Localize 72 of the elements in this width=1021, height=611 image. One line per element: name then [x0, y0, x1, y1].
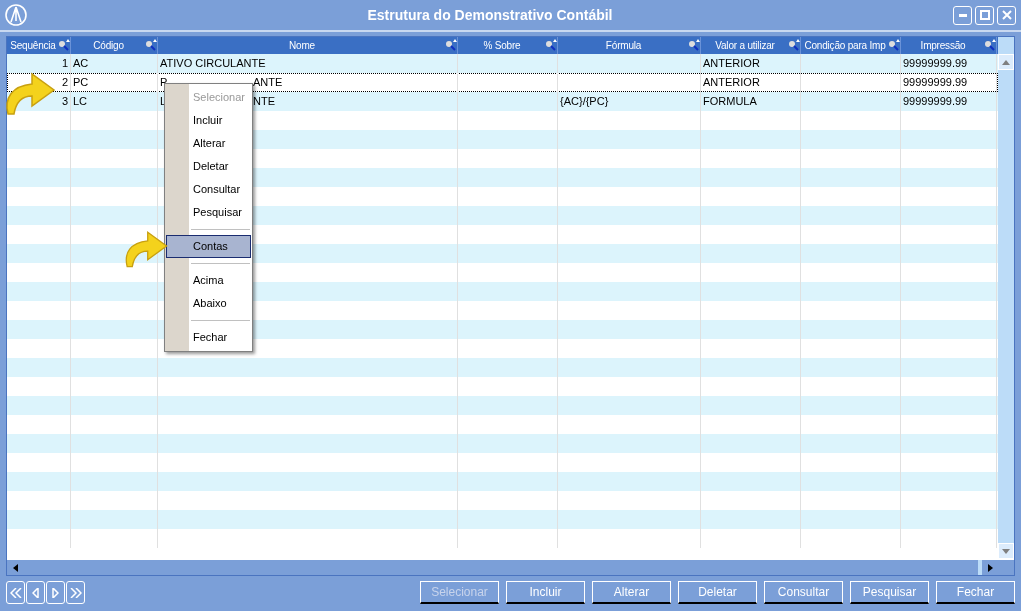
column-header[interactable]: Código: [93, 38, 124, 53]
action-button[interactable]: Deletar: [678, 581, 757, 604]
column-header[interactable]: Sequência: [10, 38, 56, 53]
table-cell-text: PC: [73, 75, 89, 91]
last-record-button[interactable]: [66, 581, 85, 604]
action-button[interactable]: Fechar: [936, 581, 1015, 604]
table-cell-text: ANTERIOR: [703, 75, 760, 91]
table-cell-text: 1: [61, 56, 68, 72]
table-cell-text: LC: [73, 94, 88, 110]
menu-item[interactable]: Deletar: [166, 155, 251, 178]
column-header[interactable]: Condição para Imp: [804, 38, 886, 53]
scroll-up-icon: [1002, 59, 1010, 65]
search-icon[interactable]: [788, 39, 800, 51]
minimize-icon: [958, 13, 967, 17]
menu-item[interactable]: Alterar: [166, 132, 251, 155]
first-record-button[interactable]: [6, 581, 25, 604]
table-cell-text: {AC}/{PC}: [560, 94, 609, 110]
horizontal-scrollbar[interactable]: [7, 559, 1014, 575]
scroll-right-icon: [987, 563, 993, 572]
column-header[interactable]: Nome: [289, 38, 315, 53]
action-button[interactable]: Pesquisar: [850, 581, 929, 604]
close-button[interactable]: [997, 5, 1016, 25]
table-cell-text: NTE: [253, 94, 275, 110]
previous-record-button[interactable]: [26, 581, 45, 604]
last-icon: [69, 587, 82, 598]
table-cell-text: ANTERIOR: [703, 56, 760, 72]
column-header[interactable]: % Sobre: [483, 38, 521, 53]
table-row[interactable]: 1 AC ATIVO CIRCULANTE ANTERIOR 99999999.99: [7, 54, 998, 73]
maximize-button[interactable]: [975, 5, 994, 25]
column-header[interactable]: Impressão: [920, 38, 966, 53]
logo-icon: [5, 4, 27, 26]
vertical-scrollbar[interactable]: [998, 37, 1014, 559]
table-cell-text: FORMULA: [703, 94, 757, 110]
action-button[interactable]: Consultar: [764, 581, 843, 604]
action-button[interactable]: Alterar: [592, 581, 671, 604]
menu-item[interactable]: Incluir: [166, 109, 251, 132]
table-cell-text: P: [160, 75, 168, 91]
table-cell-text: 2: [61, 75, 68, 91]
table-cell-text: ANTE: [253, 75, 283, 91]
minimize-button[interactable]: [953, 5, 972, 25]
maximize-icon: [979, 10, 990, 20]
search-icon[interactable]: [58, 39, 70, 51]
previous-icon: [32, 587, 39, 598]
search-icon[interactable]: [445, 39, 457, 51]
menu-item[interactable]: Consultar: [166, 178, 251, 201]
menu-item[interactable]: Contas: [166, 235, 251, 258]
close-icon: [1001, 10, 1012, 20]
scroll-left-icon: [12, 563, 18, 572]
table-row[interactable]: 2 PC P ANTE ANTERIOR 99999999.99: [7, 73, 998, 92]
menu-item[interactable]: Pesquisar: [166, 201, 251, 224]
table-cell-text: 99999999.99: [903, 94, 968, 110]
column-header[interactable]: Fórmula: [605, 38, 642, 53]
table-cell-text: 99999999.99: [903, 75, 968, 91]
column-header[interactable]: Valor a utilizar: [715, 38, 775, 53]
window-title: Estrutura do Demonstrativo Contábil: [366, 5, 614, 25]
table-cell-text: ATIVO CIRCULANTE: [160, 56, 266, 72]
menu-item[interactable]: Acima: [166, 269, 251, 292]
table-cell-text: 99999999.99: [903, 56, 968, 72]
search-icon[interactable]: [888, 39, 900, 51]
menu-item[interactable]: Fechar: [166, 326, 251, 349]
action-button[interactable]: Incluir: [506, 581, 585, 604]
menu-item[interactable]: Abaixo: [166, 292, 251, 315]
table-cell-text: 3: [61, 94, 68, 110]
next-icon: [52, 587, 59, 598]
search-icon[interactable]: [688, 39, 700, 51]
search-icon[interactable]: [984, 39, 996, 51]
table-cell-text: AC: [73, 56, 89, 72]
scroll-down-icon: [1002, 548, 1010, 554]
search-icon[interactable]: [145, 39, 157, 51]
search-icon[interactable]: [545, 39, 557, 51]
next-record-button[interactable]: [46, 581, 65, 604]
first-icon: [9, 587, 22, 598]
